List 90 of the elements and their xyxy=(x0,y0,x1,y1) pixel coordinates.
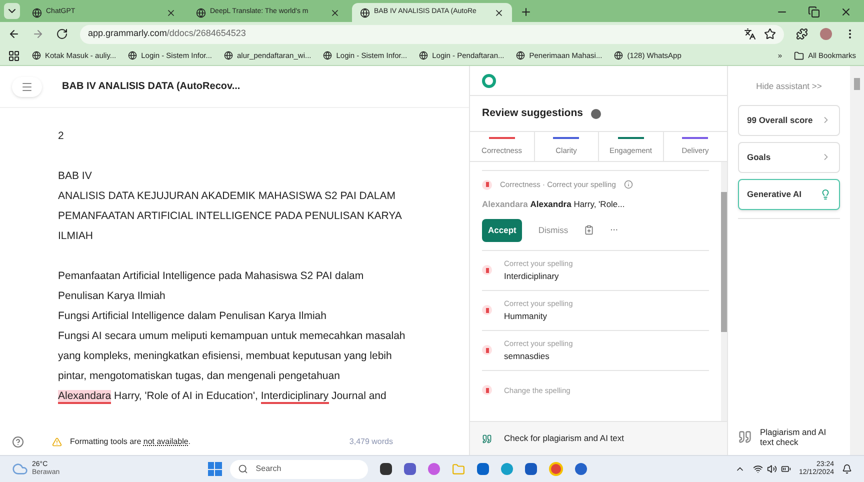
document-line: Fungsi Artificial Intelligence dalam Penulisan Karya Ilmiah xyxy=(58,309,326,324)
flagged-word: Alexandara xyxy=(58,390,112,404)
side-card[interactable]: Generative AI xyxy=(738,178,840,210)
globe-icon xyxy=(419,51,428,60)
info-icon[interactable] xyxy=(624,180,633,190)
tab-list-button[interactable] xyxy=(4,3,20,19)
wifi-icon[interactable] xyxy=(752,464,763,474)
battery-icon[interactable] xyxy=(780,464,791,474)
globe-icon xyxy=(196,8,206,18)
forward-icon[interactable] xyxy=(32,28,44,40)
document-line: Fungsi AI secara umum meliputi kemampuan untuk memecahkan masalah xyxy=(58,329,406,344)
side-card[interactable]: 99 Overall score xyxy=(738,104,840,136)
document-line: yang kompleks, meningkatkan efisiensi, membuat keputusan yang lebih xyxy=(58,349,392,364)
document-line: Pemanfaatan Artificial Intelligence pada Mahasiswa S2 PAI dalam xyxy=(58,269,364,284)
suggestion-preview: Alexandara Alexandra Harry, 'Role... xyxy=(482,198,626,211)
scrollbar[interactable] xyxy=(721,162,727,421)
start-icon[interactable] xyxy=(208,462,222,476)
help-icon[interactable] xyxy=(12,436,24,448)
document-line: ILMIAH xyxy=(58,229,94,244)
plagiarism-check-button[interactable]: Plagiarism and AI text check xyxy=(760,427,840,447)
globe-icon xyxy=(32,8,42,18)
notification-icon[interactable] xyxy=(842,464,852,474)
alert-icon xyxy=(482,265,492,276)
quote-icon xyxy=(482,434,492,444)
globe-icon xyxy=(614,51,624,60)
apps-icon[interactable] xyxy=(8,50,20,62)
globe-icon xyxy=(516,51,526,60)
close-tab-icon[interactable] xyxy=(494,8,504,18)
document-text: Journal and xyxy=(330,390,386,404)
alert-icon xyxy=(482,345,492,356)
app-icon[interactable] xyxy=(574,463,587,475)
new-tab-icon[interactable] xyxy=(520,6,532,18)
reload-icon[interactable] xyxy=(56,28,68,40)
document-line: 2 xyxy=(58,129,64,144)
restore-icon[interactable] xyxy=(808,6,820,18)
translate-icon[interactable] xyxy=(744,28,756,40)
search-field[interactable]: Search xyxy=(230,460,368,478)
menu-icon xyxy=(21,80,33,92)
document-text: Harry, 'Role of AI in Education', xyxy=(113,390,259,404)
globe-icon xyxy=(323,51,332,60)
folder-icon xyxy=(794,50,804,60)
not-available-link[interactable]: not available xyxy=(143,437,188,446)
globe-icon xyxy=(360,8,370,18)
formatting-notice: Formatting tools are not available. xyxy=(70,436,191,448)
lightbulb-icon xyxy=(820,188,831,200)
flagged-word: Interdiciplinary xyxy=(260,390,329,404)
globe-icon xyxy=(32,51,41,60)
add-note-icon[interactable] xyxy=(584,225,594,236)
close-window-icon[interactable] xyxy=(840,6,852,18)
app-icon[interactable] xyxy=(524,463,537,475)
dismiss-button[interactable]: Dismiss xyxy=(538,224,568,237)
logo-icon xyxy=(482,74,496,88)
weather-icon xyxy=(12,461,28,477)
alert-icon xyxy=(482,385,492,396)
suggestion-word: semnasdies xyxy=(504,350,550,362)
app-icon[interactable] xyxy=(380,463,392,475)
suggestion-word: Hummanity xyxy=(504,310,548,322)
close-tab-icon[interactable] xyxy=(330,8,340,18)
bookmark-star-icon[interactable] xyxy=(764,28,776,40)
count-badge-icon xyxy=(590,108,601,118)
accept-button[interactable]: Accept xyxy=(482,219,522,242)
alert-icon xyxy=(482,180,492,190)
extensions-icon[interactable] xyxy=(796,28,808,40)
quote-icon xyxy=(738,430,752,444)
plagiarism-link[interactable]: Check for plagiarism and AI text xyxy=(504,432,624,445)
close-tab-icon[interactable] xyxy=(166,8,176,18)
more-button[interactable]: ··· xyxy=(610,224,618,236)
document-line: pintar, mengotomatiskan tugas, dan mengenali pengetahuan xyxy=(58,369,340,384)
search-icon xyxy=(238,464,248,474)
url-text: app.grammarly.com/ddocs/2684654523 xyxy=(88,27,247,40)
suggestion-word: Interdiciplinary xyxy=(504,270,560,282)
page-scrollbar[interactable] xyxy=(850,66,864,455)
back-icon[interactable] xyxy=(8,28,20,40)
alert-icon xyxy=(482,305,492,316)
side-card[interactable]: Goals xyxy=(738,142,840,173)
document-line: BAB IV xyxy=(58,169,92,184)
app-icon[interactable] xyxy=(404,463,416,475)
document-line: Penulisan Karya Ilmiah xyxy=(58,289,166,304)
profile-avatar[interactable] xyxy=(820,28,832,40)
hide-assistant-button[interactable]: Hide assistant >> xyxy=(738,80,840,93)
document-line: PEMANFAATAN ARTIFICIAL INTELLIGENCE PADA PENULISAN KARYA xyxy=(58,209,402,224)
warning-icon xyxy=(52,437,62,447)
globe-icon xyxy=(128,51,138,60)
document-line: ANALISIS DATA KEJUJURAN AKADEMIK MAHASISWA S2 PAI DALAM xyxy=(58,189,396,204)
panel-heading: Review suggestions xyxy=(482,106,583,121)
volume-icon[interactable] xyxy=(766,464,777,474)
address-bar[interactable]: app.grammarly.com/ddocs/2684654523 xyxy=(80,24,784,44)
app-icon[interactable] xyxy=(476,463,489,475)
document-title: BAB IV ANALISIS DATA (AutoRecov... xyxy=(62,80,240,94)
globe-icon xyxy=(224,51,234,60)
